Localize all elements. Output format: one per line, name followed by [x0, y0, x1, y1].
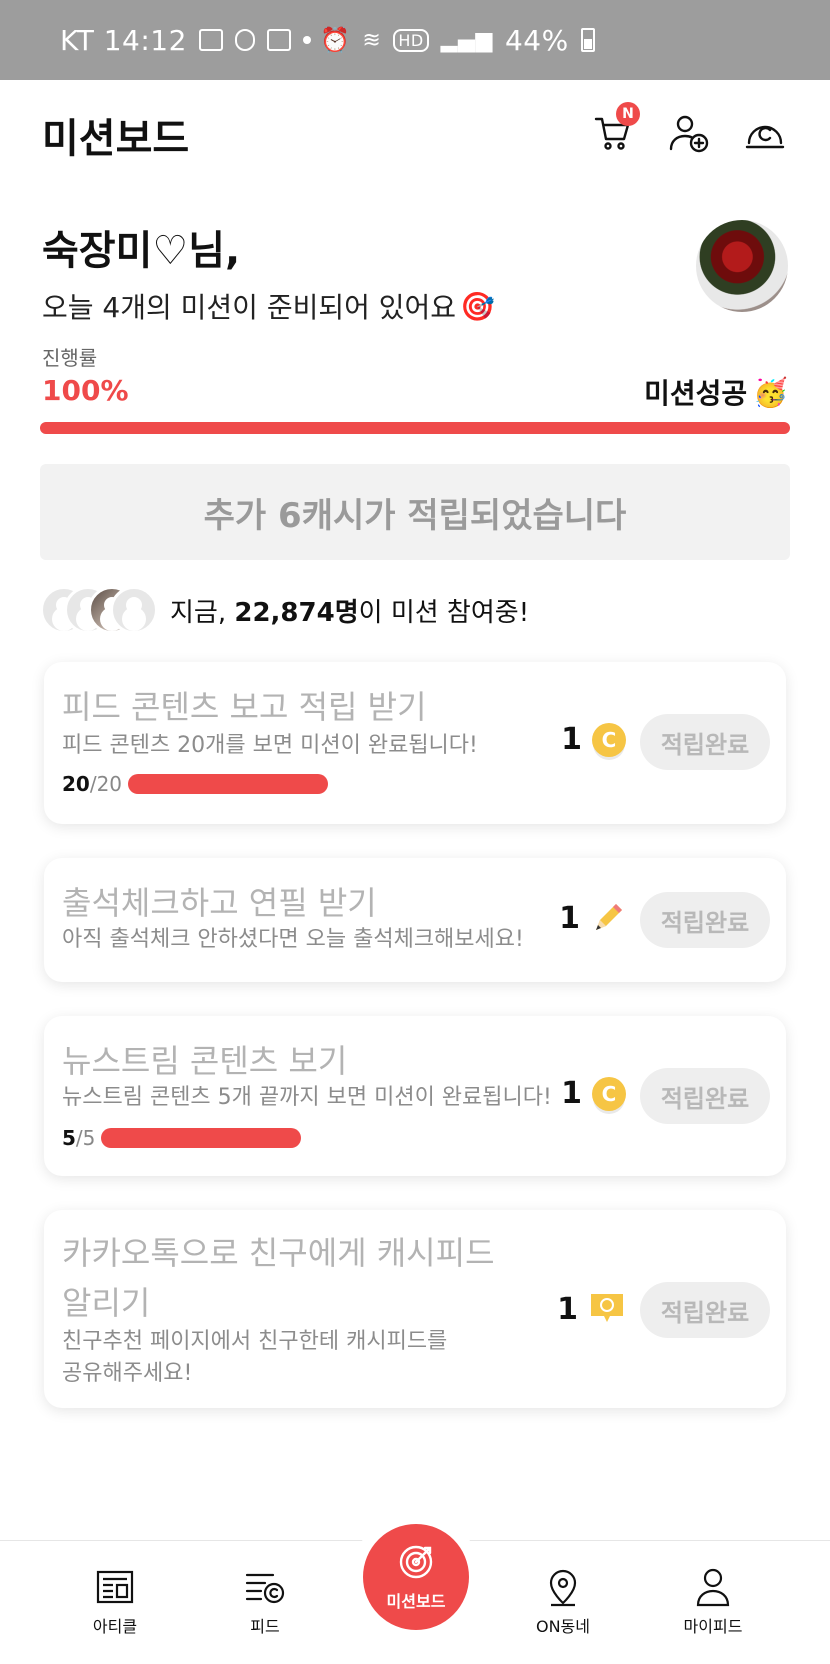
greeting-subtitle: 오늘 4개의 미션이 준비되어 있어요 🎯	[42, 286, 495, 326]
mission-title: 피드 콘텐츠 보고 적립 받기	[62, 688, 427, 726]
mission-complete-button[interactable]: 적립완료	[640, 1068, 770, 1124]
mission-description: 친구추천 페이지에서 친구한테 캐시피드를 공유해주세요!	[62, 1326, 447, 1390]
mission-reward: 1 C	[561, 1076, 626, 1111]
participants-prefix: 지금,	[170, 597, 235, 628]
mission-description: 뉴스트림 콘텐츠 5개 끝까지 보면 미션이 완료됩니다!	[62, 1085, 552, 1110]
hd-icon: HD	[393, 28, 429, 52]
progress-bar-fill	[40, 422, 790, 434]
participant-avatar	[110, 586, 158, 634]
participant-avatars	[40, 586, 160, 634]
mission-description-line: 친구추천 페이지에서 친구한테 캐시피드를	[62, 1329, 448, 1354]
page-title: 미션보드	[42, 116, 190, 162]
nav-item-feed[interactable]: 피드	[210, 1567, 320, 1637]
dot-icon	[302, 36, 311, 44]
progress-bar	[40, 422, 790, 434]
progress-status: 미션성공 🥳	[644, 372, 788, 412]
nav-item-mission-board[interactable]: 미션보드	[363, 1524, 469, 1630]
cart-button[interactable]: N	[590, 102, 640, 156]
chat-coin-icon	[591, 1294, 623, 1322]
bonus-banner: 추가 6캐시가 적립되었습니다	[40, 464, 790, 560]
mission-title: 출석체크하고 연필 받기	[62, 884, 377, 922]
mission-title-line: 알리기	[62, 1284, 151, 1322]
nav-label: 피드	[250, 1617, 280, 1636]
reward-amount: 1	[561, 1076, 582, 1111]
target-icon	[399, 1545, 433, 1579]
participants-suffix: 이 미션 참여중!	[358, 597, 530, 628]
mission-complete-button[interactable]: 적립완료	[640, 1282, 770, 1338]
mission-done-count: 20	[62, 772, 90, 796]
reward-amount: 1	[557, 1291, 578, 1327]
mission-reward: 1	[557, 1290, 626, 1328]
participants-row: 지금, 22,874명이 미션 참여중!	[40, 586, 529, 634]
mission-progress-bar	[128, 774, 329, 794]
mission-title: 카카오톡으로 친구에게 캐시피드 알리기	[62, 1228, 495, 1328]
wifi-icon: ≋	[362, 27, 382, 53]
participants-count: 22,874명	[234, 597, 359, 628]
mission-total-count: /5	[75, 1126, 96, 1150]
app-header: 미션보드 N	[0, 80, 830, 190]
alarm-icon: ⏰	[320, 26, 351, 54]
status-bar: KT 14:12 ⏰ ≋ HD ▂▄▆ 44%	[0, 0, 830, 80]
mission-complete-button[interactable]: 적립완료	[640, 892, 770, 948]
mission-description: 피드 콘텐츠 20개를 보면 미션이 완료됩니다!	[62, 733, 478, 758]
article-icon	[96, 1570, 134, 1604]
mission-done-count: 5	[62, 1126, 76, 1150]
status-time: KT 14:12	[60, 23, 187, 57]
profile-icon	[696, 1568, 730, 1607]
feed-icon	[245, 1573, 285, 1604]
reward-amount: 1	[559, 900, 580, 936]
app-icon	[266, 29, 291, 51]
mission-card[interactable]: 카카오톡으로 친구에게 캐시피드 알리기 친구추천 페이지에서 친구한테 캐시피…	[44, 1210, 786, 1408]
user-name: 숙장미♡님,	[42, 228, 241, 274]
nav-label: ON동네	[535, 1617, 590, 1636]
progress-status-text: 미션성공	[644, 377, 748, 410]
greeting: 숙장미♡님, 오늘 4개의 미션이 준비되어 있어요 🎯	[42, 218, 495, 326]
mission-description: 아직 출석체크 안하셨다면 오늘 출석체크해보세요!	[62, 927, 524, 952]
battery-icon	[580, 28, 595, 52]
progress-label: 진행률	[42, 346, 98, 370]
nav-item-on-dongne[interactable]: ON동네	[508, 1567, 618, 1637]
mission-title-line: 카카오톡으로 친구에게 캐시피드	[62, 1234, 495, 1272]
add-user-icon	[669, 115, 709, 153]
coin-icon: C	[592, 722, 626, 757]
participants-text: 지금, 22,874명이 미션 참여중!	[170, 592, 529, 629]
party-emoji-icon: 🥳	[753, 375, 788, 409]
mission-progress-bar	[101, 1128, 302, 1148]
avatar[interactable]	[696, 220, 788, 312]
mission-card[interactable]: 출석체크하고 연필 받기 아직 출석체크 안하셨다면 오늘 출석체크해보세요! …	[44, 858, 786, 982]
mission-complete-button[interactable]: 적립완료	[640, 714, 770, 770]
mission-total-count: /20	[89, 772, 123, 796]
cash-coin-icon	[745, 125, 785, 149]
greeting-subtitle-text: 오늘 4개의 미션이 준비되어 있어요	[42, 291, 457, 324]
target-emoji-icon: 🎯	[460, 289, 495, 323]
cash-button[interactable]	[742, 110, 788, 156]
add-friend-button[interactable]	[666, 110, 712, 156]
nav-label: 미션보드	[386, 1592, 446, 1611]
mission-description-line: 공유해주세요!	[62, 1361, 193, 1386]
nav-label: 마이피드	[683, 1617, 743, 1636]
mission-reward: 1 C	[561, 722, 626, 757]
pill-icon	[234, 29, 255, 51]
gallery-icon	[198, 29, 223, 51]
location-pin-icon	[549, 1569, 577, 1607]
new-badge: N	[616, 102, 640, 126]
mission-reward: 1	[559, 900, 626, 936]
coin-icon: C	[592, 1076, 626, 1111]
pencil-icon	[596, 904, 622, 930]
nav-item-my-feed[interactable]: 마이피드	[658, 1567, 768, 1637]
battery-text: 44%	[504, 23, 569, 57]
mission-card[interactable]: 피드 콘텐츠 보고 적립 받기 피드 콘텐츠 20개를 보면 미션이 완료됩니다…	[44, 662, 786, 824]
reward-amount: 1	[561, 722, 582, 757]
signal-icon: ▂▄▆	[440, 27, 493, 53]
mission-progress: 5/5	[62, 1126, 302, 1150]
mission-card[interactable]: 뉴스트림 콘텐츠 보기 뉴스트림 콘텐츠 5개 끝까지 보면 미션이 완료됩니다…	[44, 1016, 786, 1176]
nav-label: 아티클	[92, 1617, 138, 1636]
mission-title: 뉴스트림 콘텐츠 보기	[62, 1042, 348, 1080]
progress-value: 100%	[42, 374, 129, 407]
nav-item-article[interactable]: 아티클	[60, 1567, 170, 1637]
mission-progress: 20/20	[62, 772, 329, 796]
